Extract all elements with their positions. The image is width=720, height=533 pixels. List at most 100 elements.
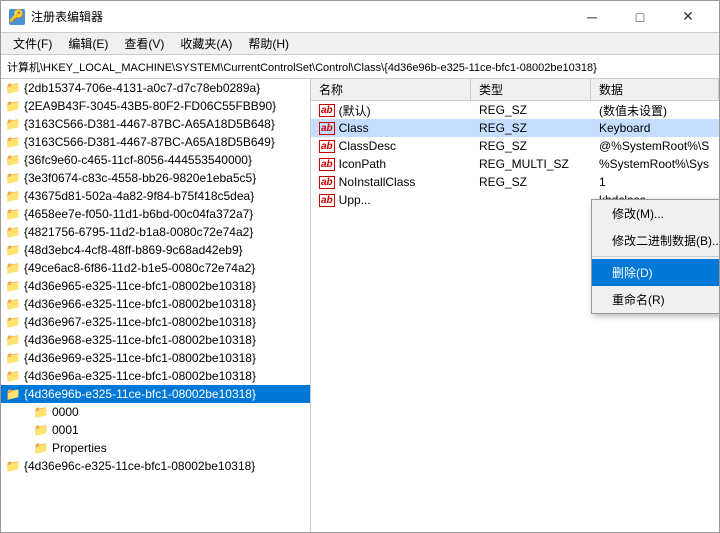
tree-item-label: {43675d81-502a-4a82-9f84-b75f418c5dea} — [24, 189, 254, 203]
tree-item[interactable]: 📁{4d36e96c-e325-11ce-bfc1-08002be10318} — [1, 457, 310, 475]
tree-item[interactable]: 📁{48d3ebc4-4cf8-48ff-b869-9c68ad42eb9} — [1, 241, 310, 259]
tree-item[interactable]: 📁Properties — [1, 439, 310, 457]
window-controls: ─ □ ✕ — [569, 2, 711, 32]
menu-item[interactable]: 编辑(E) — [60, 33, 116, 54]
tree-item-label: {4d36e969-e325-11ce-bfc1-08002be10318} — [24, 351, 256, 365]
folder-icon: 📁 — [5, 224, 21, 240]
registry-rows[interactable]: ab(默认)REG_SZ(数值未设置)abClassREG_SZKeyboard… — [311, 101, 719, 532]
reg-cell-type: REG_SZ — [471, 138, 591, 154]
reg-cell-type — [471, 199, 591, 201]
tree-item[interactable]: 📁{3163C566-D381-4467-87BC-A65A18D5B649} — [1, 133, 310, 151]
tree-item[interactable]: 📁0000 — [1, 403, 310, 421]
context-menu-item-delete[interactable]: 删除(D) — [592, 259, 719, 286]
tree-item-label: {4d36e96b-e325-11ce-bfc1-08002be10318} — [24, 387, 256, 401]
tree-item[interactable]: 📁{2EA9B43F-3045-43B5-80F2-FD06C55FBB90} — [1, 97, 310, 115]
folder-icon: 📁 — [5, 80, 21, 96]
registry-row[interactable]: ab(默认)REG_SZ(数值未设置) — [311, 101, 719, 119]
tree-item-label: {3e3f0674-c83c-4558-bb26-9820e1eba5c5} — [24, 171, 256, 185]
tree-item-label: {3163C566-D381-4467-87BC-A65A18D5B649} — [24, 135, 275, 149]
context-menu-item-rename[interactable]: 重命名(R) — [592, 286, 719, 313]
tree-item[interactable]: 📁{4d36e966-e325-11ce-bfc1-08002be10318} — [1, 295, 310, 313]
close-button[interactable]: ✕ — [665, 2, 711, 32]
menu-item[interactable]: 收藏夹(A) — [172, 33, 240, 54]
folder-icon: 📁 — [5, 206, 21, 222]
tree-item-label: {4821756-6795-11d2-b1a8-0080c72e74a2} — [24, 225, 253, 239]
tree-item[interactable]: 📁{4658ee7e-f050-11d1-b6bd-00c04fa372a7} — [1, 205, 310, 223]
tree-item-label: {4d36e96a-e325-11ce-bfc1-08002be10318} — [24, 369, 256, 383]
tree-item[interactable]: 📁{4d36e96b-e325-11ce-bfc1-08002be10318} — [1, 385, 310, 403]
folder-icon: 📁 — [5, 350, 21, 366]
ab-icon: ab — [319, 176, 335, 189]
tree-item[interactable]: 📁{4d36e965-e325-11ce-bfc1-08002be10318} — [1, 277, 310, 295]
address-label: 计算机\HKEY_LOCAL_MACHINE\SYSTEM\CurrentCon… — [7, 59, 597, 75]
folder-icon: 📁 — [33, 422, 49, 438]
folder-icon: 📁 — [5, 170, 21, 186]
reg-name-text: Upp... — [339, 193, 371, 207]
tree-item[interactable]: 📁{49ce6ac8-6f86-11d2-b1e5-0080c72e74a2} — [1, 259, 310, 277]
registry-row[interactable]: abNoInstallClassREG_SZ1 — [311, 173, 719, 191]
folder-icon: 📁 — [5, 332, 21, 348]
reg-cell-name: abIconPath — [311, 156, 471, 172]
reg-cell-name: ab ClassDesc — [311, 138, 471, 154]
tree-item[interactable]: 📁{3e3f0674-c83c-4558-bb26-9820e1eba5c5} — [1, 169, 310, 187]
tree-item-label: {2EA9B43F-3045-43B5-80F2-FD06C55FBB90} — [24, 99, 276, 113]
tree-item-label: {4d36e967-e325-11ce-bfc1-08002be10318} — [24, 315, 256, 329]
main-window: 🔑 注册表编辑器 ─ □ ✕ 文件(F)编辑(E)查看(V)收藏夹(A)帮助(H… — [0, 0, 720, 533]
minimize-button[interactable]: ─ — [569, 2, 615, 32]
folder-icon: 📁 — [5, 188, 21, 204]
reg-cell-name: ab(默认) — [311, 101, 471, 120]
app-icon: 🔑 — [9, 9, 25, 25]
tree-item-label: {4d36e966-e325-11ce-bfc1-08002be10318} — [24, 297, 256, 311]
ab-icon: ab — [319, 194, 335, 207]
window-title: 注册表编辑器 — [31, 8, 569, 25]
tree-item[interactable]: 📁{4821756-6795-11d2-b1a8-0080c72e74a2} — [1, 223, 310, 241]
menu-item[interactable]: 帮助(H) — [240, 33, 297, 54]
tree-item[interactable]: 📁{2db15374-706e-4131-a0c7-d7c78eb0289a} — [1, 79, 310, 97]
registry-row[interactable]: abClassREG_SZKeyboard — [311, 119, 719, 137]
reg-cell-type: REG_SZ — [471, 120, 591, 136]
context-menu-item-modify[interactable]: 修改(M)... — [592, 200, 719, 227]
tree-item[interactable]: 📁{4d36e96a-e325-11ce-bfc1-08002be10318} — [1, 367, 310, 385]
address-bar: 计算机\HKEY_LOCAL_MACHINE\SYSTEM\CurrentCon… — [1, 55, 719, 79]
tree-item[interactable]: 📁{36fc9e60-c465-11cf-8056-444553540000} — [1, 151, 310, 169]
tree-item-label: {4658ee7e-f050-11d1-b6bd-00c04fa372a7} — [24, 207, 253, 221]
menu-item[interactable]: 文件(F) — [5, 33, 60, 54]
tree-item-label: 0001 — [52, 423, 79, 437]
folder-icon: 📁 — [5, 314, 21, 330]
maximize-button[interactable]: □ — [617, 2, 663, 32]
reg-cell-name: ab NoInstallClass — [311, 174, 471, 190]
folder-icon: 📁 — [33, 440, 49, 456]
col-header-type: 类型 — [471, 79, 591, 100]
tree-item-label: {4d36e96c-e325-11ce-bfc1-08002be10318} — [24, 459, 255, 473]
tree-item[interactable]: 📁{43675d81-502a-4a82-9f84-b75f418c5dea} — [1, 187, 310, 205]
col-header-data: 数据 — [591, 79, 719, 100]
folder-icon: 📁 — [5, 296, 21, 312]
tree-item-label: {48d3ebc4-4cf8-48ff-b869-9c68ad42eb9} — [24, 243, 243, 257]
folder-icon: 📁 — [5, 98, 21, 114]
registry-row[interactable]: abIconPathREG_MULTI_SZ%SystemRoot%\Sys — [311, 155, 719, 173]
ab-icon: ab — [319, 158, 335, 171]
reg-name-text: ClassDesc — [339, 139, 396, 153]
tree-item-label: {36fc9e60-c465-11cf-8056-444553540000} — [24, 153, 252, 167]
registry-row[interactable]: ab ClassDesc REG_SZ@%SystemRoot%\S — [311, 137, 719, 155]
reg-cell-type: REG_SZ — [471, 174, 591, 190]
left-panel[interactable]: 📁{2db15374-706e-4131-a0c7-d7c78eb0289a}📁… — [1, 79, 311, 532]
folder-icon: 📁 — [5, 152, 21, 168]
tree-item[interactable]: 📁0001 — [1, 421, 310, 439]
folder-icon: 📁 — [5, 116, 21, 132]
tree-item[interactable]: 📁{4d36e968-e325-11ce-bfc1-08002be10318} — [1, 331, 310, 349]
tree-item[interactable]: 📁{4d36e967-e325-11ce-bfc1-08002be10318} — [1, 313, 310, 331]
ab-icon: ab — [319, 140, 335, 153]
reg-name-text: Class — [339, 121, 369, 135]
menu-item[interactable]: 查看(V) — [116, 33, 172, 54]
tree-item-label: Properties — [52, 441, 107, 455]
reg-name-text: NoInstallClass — [339, 175, 416, 189]
reg-cell-type: REG_SZ — [471, 102, 591, 118]
tree-item[interactable]: 📁{3163C566-D381-4467-87BC-A65A18D5B648} — [1, 115, 310, 133]
context-menu-item-modify_bin[interactable]: 修改二进制数据(B)... — [592, 227, 719, 254]
ab-icon: ab — [319, 104, 335, 117]
reg-cell-data: %SystemRoot%\Sys — [591, 156, 719, 172]
folder-icon: 📁 — [5, 386, 21, 402]
tree-item[interactable]: 📁{4d36e969-e325-11ce-bfc1-08002be10318} — [1, 349, 310, 367]
reg-cell-data: @%SystemRoot%\S — [591, 138, 719, 154]
